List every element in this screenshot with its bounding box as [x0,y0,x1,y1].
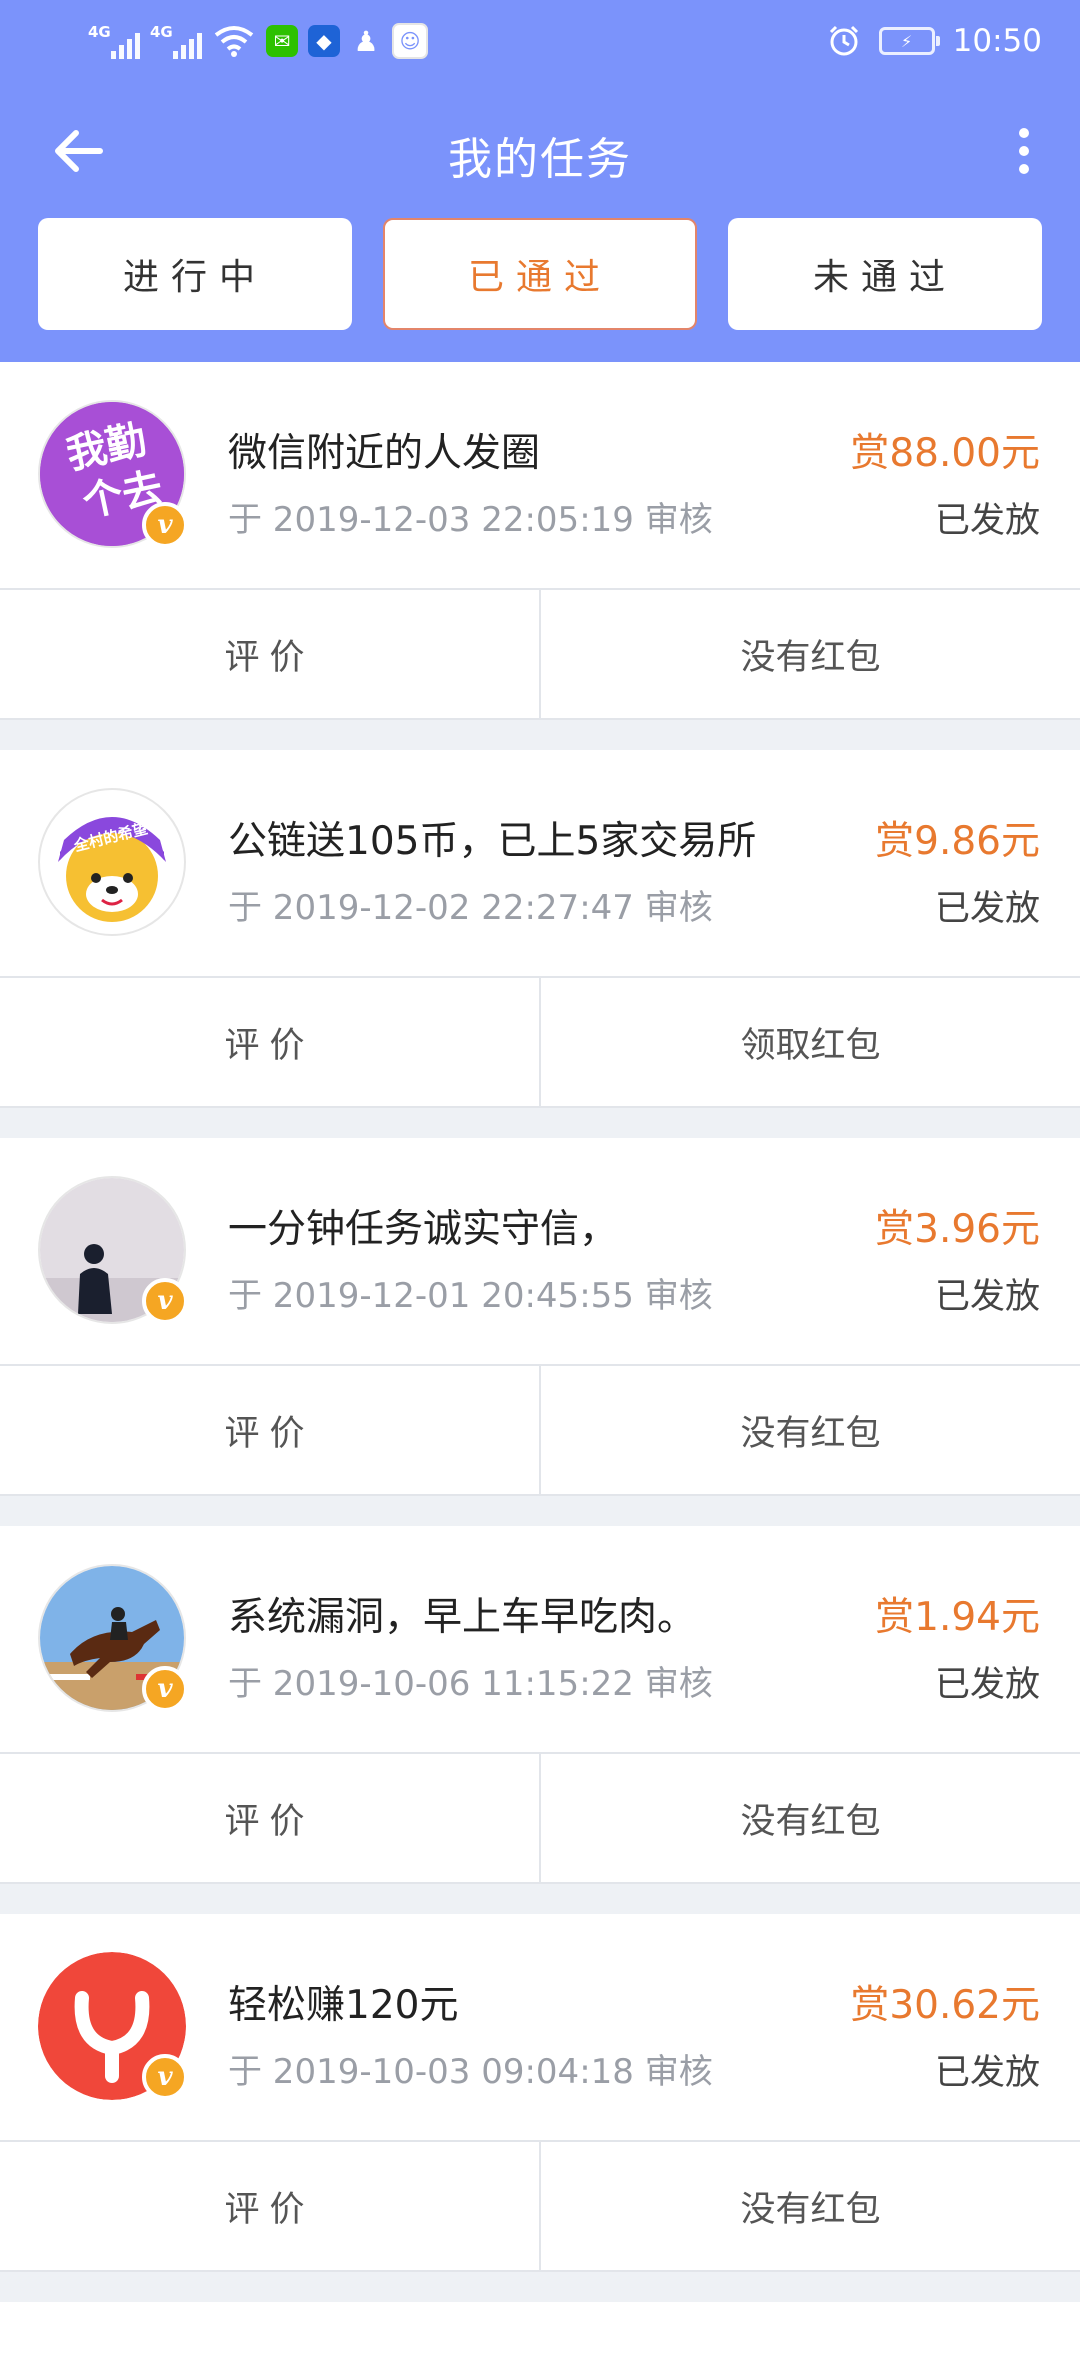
task-review-date: 于 2019-10-06 11:15:22 审核 [228,1664,713,1704]
review-button[interactable]: 评价 [0,1366,541,1494]
verified-badge-icon: v [142,2054,188,2100]
shiba-dog-avatar: 全村的希望 [38,788,186,936]
task-card-actions: 评价 领取红包 [0,978,1080,1106]
review-button[interactable]: 评价 [0,1754,541,1882]
chat-app-notification-icon: ☺ [392,23,428,59]
task-card: v 一分钟任务诚实守信， 于 2019-12-01 20:45:55 审核 赏3… [0,1138,1080,1496]
redpacket-button[interactable]: 没有红包 [541,1366,1080,1494]
verified-badge-icon: v [142,1666,188,1712]
page-title: 我的任务 [448,134,632,185]
verified-badge-icon: v [142,502,188,548]
network-type-label: 4G [88,23,111,41]
review-button[interactable]: 评价 [0,590,541,718]
cell-signal-icon: 4G [88,23,140,59]
redpacket-button[interactable]: 没有红包 [541,1754,1080,1882]
reward-status: 已发放 [934,889,1040,929]
task-review-date: 于 2019-12-02 22:27:47 审核 [228,888,713,928]
network-type-label-2: 4G [150,23,173,41]
reward-status: 已发放 [934,501,1040,541]
battery-icon: ⚡ [878,27,940,55]
task-card-body[interactable]: 全村的希望 公链送105币，已上5家交易所 于 2019-12-02 22:27… [0,750,1080,978]
task-card: v 系统漏洞，早上车早吃肉。 于 2019-10-06 11:15:22 审核 … [0,1526,1080,1884]
redpacket-button[interactable]: 没有红包 [541,2142,1080,2270]
task-title: 系统漏洞，早上车早吃肉。 [228,1595,697,1640]
task-reward: 赏88.00元 [850,431,1040,476]
reward-status: 已发放 [934,1665,1040,1705]
task-title: 公链送105币，已上5家交易所 [228,819,757,864]
qq-notification-icon: ♟ [353,24,379,58]
clock-time: 10:50 [952,23,1042,59]
review-button[interactable]: 评价 [0,978,541,1106]
task-card-body[interactable]: v 系统漏洞，早上车早吃肉。 于 2019-10-06 11:15:22 审核 … [0,1526,1080,1754]
reward-status: 已发放 [934,2053,1040,2093]
task-review-date: 于 2019-12-03 22:05:19 审核 [228,500,713,540]
verified-badge-icon: v [142,1278,188,1324]
task-card-body[interactable]: v 轻松赚120元 于 2019-10-03 09:04:18 审核 赏30.6… [0,1914,1080,2142]
task-reward: 赏3.96元 [875,1207,1040,1252]
task-title: 微信附近的人发圈 [228,431,541,476]
status-tabs: 进行中 已通过 未通过 [38,218,1042,332]
task-card: 全村的希望 公链送105币，已上5家交易所 于 2019-12-02 22:27… [0,750,1080,1108]
task-title: 轻松赚120元 [228,1983,459,2028]
task-reward: 赏1.94元 [875,1595,1040,1640]
task-review-date: 于 2019-12-01 20:45:55 审核 [228,1276,713,1316]
task-title: 一分钟任务诚实守信， [228,1207,619,1252]
task-review-date: 于 2019-10-03 09:04:18 审核 [228,2052,713,2092]
review-button[interactable]: 评价 [0,2142,541,2270]
task-card-actions: 评价 没有红包 [0,1366,1080,1494]
task-reward: 赏30.62元 [850,1983,1040,2028]
task-list: 我勤 个去 v 微信附近的人发圈 于 2019-12-03 22:05:19 审… [0,362,1080,2362]
tab-approved[interactable]: 已通过 [383,218,697,330]
tab-rejected[interactable]: 未通过 [728,218,1042,330]
status-left-icons: 4G 4G ✉ ◆ ♟ ☺ [88,20,428,62]
tab-in-progress[interactable]: 进行中 [38,218,352,330]
task-card: 我勤 个去 v 微信附近的人发圈 于 2019-12-03 22:05:19 审… [0,362,1080,720]
wechat-notification-icon: ✉ [266,25,298,57]
shield-notification-icon: ◆ [308,25,340,57]
task-card-body[interactable]: v 一分钟任务诚实守信， 于 2019-12-01 20:45:55 审核 赏3… [0,1138,1080,1366]
task-card: v 轻松赚120元 于 2019-10-03 09:04:18 审核 赏30.6… [0,1914,1080,2272]
task-card-actions: 评价 没有红包 [0,590,1080,718]
status-right-icons: ⚡ 10:50 [827,16,1042,66]
alarm-clock-icon [829,25,858,56]
redpacket-button[interactable]: 没有红包 [541,590,1080,718]
task-card-body[interactable]: 我勤 个去 v 微信附近的人发圈 于 2019-12-03 22:05:19 审… [0,362,1080,590]
reward-status: 已发放 [934,1277,1040,1317]
cell-signal-icon-2: 4G [150,23,202,59]
redpacket-button[interactable]: 领取红包 [541,978,1080,1106]
task-card-actions: 评价 没有红包 [0,1754,1080,1882]
status-bar: 4G 4G ✉ ◆ ♟ ☺ ⚡ 10:50 [0,0,1080,82]
header-background: 4G 4G ✉ ◆ ♟ ☺ ⚡ 10:50 我的任务 进行中 已通过 未通过 [0,0,1080,362]
task-reward: 赏9.86元 [875,819,1040,864]
task-card-actions: 评价 没有红包 [0,2142,1080,2270]
wifi-icon [214,26,254,57]
app-header: 我的任务 [0,95,1080,205]
more-options-icon[interactable] [1004,121,1044,181]
next-task-card-partial [0,2302,1080,2362]
